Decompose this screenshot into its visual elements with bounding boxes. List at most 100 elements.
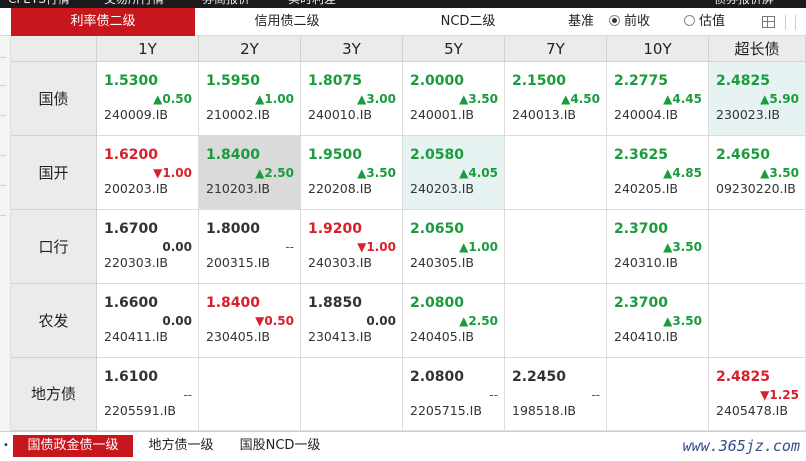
tab-ncd-secondary[interactable]: NCD二级 <box>379 8 557 36</box>
divider <box>795 15 796 30</box>
bottom-tab-bar: • 国债政金债一级 地方债一级 国股NCD一级 www.365jz.com <box>0 431 806 461</box>
top-nav-item[interactable]: 券商报价 <box>202 0 250 6</box>
tab-primary-gov-policy[interactable]: 国债政金债一级 <box>13 435 133 457</box>
change-value: ▲0.50 <box>153 92 192 106</box>
change-value: ▼1.00 <box>153 166 192 180</box>
change-value: -- <box>183 388 192 402</box>
yield-value: 1.6700 <box>104 221 159 237</box>
left-strip <box>0 36 11 431</box>
change-value: ▲2.50 <box>255 166 294 180</box>
quote-cell[interactable]: 2.3700 ▲3.50 240410.IB <box>607 284 709 358</box>
quote-cell[interactable]: 2.2450 -- 198518.IB <box>505 358 607 431</box>
tab-rate-bond-secondary[interactable]: 利率债二级 <box>11 8 195 36</box>
bond-code: 240010.IB <box>308 107 372 122</box>
bond-code: 240305.IB <box>410 255 474 270</box>
quote-cell[interactable]: 1.6600 0.00 240411.IB <box>97 284 199 358</box>
quote-cell[interactable]: 1.6700 0.00 220303.IB <box>97 210 199 284</box>
change-value: ▲1.00 <box>459 240 498 254</box>
top-nav-item[interactable]: 交易所行情 <box>104 0 164 6</box>
empty-cell <box>505 136 607 210</box>
quote-cell[interactable]: 2.2775 ▲4.45 240004.IB <box>607 62 709 136</box>
bond-code: 2205591.IB <box>104 403 176 418</box>
quote-cell[interactable]: 1.6100 -- 2205591.IB <box>97 358 199 431</box>
quote-cell[interactable]: 1.8400 ▲2.50 210203.IB <box>199 136 301 210</box>
bond-code: 210002.IB <box>206 107 270 122</box>
bond-code: 240405.IB <box>410 329 474 344</box>
bond-code: 240009.IB <box>104 107 168 122</box>
left-strip-notch <box>0 96 6 116</box>
grid-layout-icon[interactable] <box>762 16 775 28</box>
bond-code: 240411.IB <box>104 329 168 344</box>
quote-cell[interactable]: 2.4825 ▼1.25 2405478.IB <box>709 358 806 431</box>
row-label: 农发 <box>11 284 97 358</box>
quote-cell[interactable]: 2.4825 ▲5.90 230023.IB <box>709 62 806 136</box>
quote-cell[interactable]: 1.5950 ▲1.00 210002.IB <box>199 62 301 136</box>
column-header[interactable]: 2Y <box>199 36 301 62</box>
yield-value: 1.6200 <box>104 147 159 163</box>
yield-value: 1.9200 <box>308 221 363 237</box>
column-header[interactable]: 超长债 <box>709 36 806 62</box>
quote-cell[interactable]: 1.8850 0.00 230413.IB <box>301 284 403 358</box>
quote-cell[interactable]: 2.0580 ▲4.05 240203.IB <box>403 136 505 210</box>
quote-cell[interactable]: 2.4650 ▲3.50 09230220.IB <box>709 136 806 210</box>
row-label: 国债 <box>11 62 97 136</box>
quote-cell[interactable]: 2.3625 ▲4.85 240205.IB <box>607 136 709 210</box>
quote-cell[interactable]: 2.1500 ▲4.50 240013.IB <box>505 62 607 136</box>
bond-code: 2205715.IB <box>410 403 482 418</box>
tab-row: 利率债二级 信用债二级 NCD二级 基准 前收 估值 <box>0 8 806 36</box>
tab-primary-local-gov[interactable]: 地方债一级 <box>137 435 225 457</box>
quote-cell[interactable]: 1.9500 ▲3.50 220208.IB <box>301 136 403 210</box>
yield-value: 2.3625 <box>614 147 669 163</box>
empty-cell <box>607 358 709 431</box>
yield-value: 2.2450 <box>512 369 567 385</box>
top-nav-item[interactable]: 实时利差 <box>288 0 336 6</box>
bullet-icon: • <box>3 440 9 451</box>
basis-option-prev-close[interactable]: 前收 <box>609 8 650 36</box>
change-value: ▲4.50 <box>561 92 600 106</box>
quote-cell[interactable]: 1.8075 ▲3.00 240010.IB <box>301 62 403 136</box>
yield-value: 1.8400 <box>206 147 261 163</box>
yield-value: 2.0800 <box>410 295 465 311</box>
tab-credit-bond-secondary[interactable]: 信用债二级 <box>195 8 379 36</box>
change-value: ▼0.50 <box>255 314 294 328</box>
empty-cell <box>505 210 607 284</box>
left-strip-notch <box>0 136 6 156</box>
change-value: -- <box>285 240 294 254</box>
basis-option-label: 估值 <box>699 14 726 29</box>
quote-cell[interactable]: 1.6200 ▼1.00 200203.IB <box>97 136 199 210</box>
quote-cell[interactable]: 2.0800 -- 2205715.IB <box>403 358 505 431</box>
quote-cell[interactable]: 1.8400 ▼0.50 230405.IB <box>199 284 301 358</box>
tab-primary-ncd[interactable]: 国股NCD一级 <box>228 435 332 457</box>
bond-code: 220303.IB <box>104 255 168 270</box>
change-value: ▼1.25 <box>760 388 799 402</box>
column-header[interactable]: 10Y <box>607 36 709 62</box>
yield-value: 1.8000 <box>206 221 261 237</box>
column-header[interactable]: 5Y <box>403 36 505 62</box>
quote-cell[interactable]: 2.0000 ▲3.50 240001.IB <box>403 62 505 136</box>
change-value: ▲4.45 <box>663 92 702 106</box>
change-value: ▲3.50 <box>459 92 498 106</box>
quote-cell[interactable]: 1.9200 ▼1.00 240303.IB <box>301 210 403 284</box>
quote-cell[interactable]: 2.0650 ▲1.00 240305.IB <box>403 210 505 284</box>
left-strip-notch <box>0 66 6 86</box>
change-value: ▲4.05 <box>459 166 498 180</box>
basis-option-valuation[interactable]: 估值 <box>684 8 725 36</box>
basis-label: 基准 <box>568 14 595 29</box>
yield-value: 1.8075 <box>308 73 363 89</box>
column-header[interactable]: 1Y <box>97 36 199 62</box>
change-value: 0.00 <box>366 314 396 328</box>
radio-selected-icon[interactable] <box>609 15 620 26</box>
yield-value: 1.9500 <box>308 147 363 163</box>
quote-cell[interactable]: 1.8000 -- 200315.IB <box>199 210 301 284</box>
column-header[interactable]: 3Y <box>301 36 403 62</box>
quote-cell[interactable]: 2.0800 ▲2.50 240405.IB <box>403 284 505 358</box>
grid-corner <box>11 36 97 62</box>
quote-cell[interactable]: 2.3700 ▲3.50 240310.IB <box>607 210 709 284</box>
quote-cell[interactable]: 1.5300 ▲0.50 240009.IB <box>97 62 199 136</box>
radio-unselected-icon[interactable] <box>684 15 695 26</box>
column-header[interactable]: 7Y <box>505 36 607 62</box>
top-nav-item[interactable]: 债券报价屏 <box>714 0 774 6</box>
bond-code: 230413.IB <box>308 329 372 344</box>
row-label: 国开 <box>11 136 97 210</box>
top-nav-item[interactable]: CFETS行情 <box>8 0 70 6</box>
